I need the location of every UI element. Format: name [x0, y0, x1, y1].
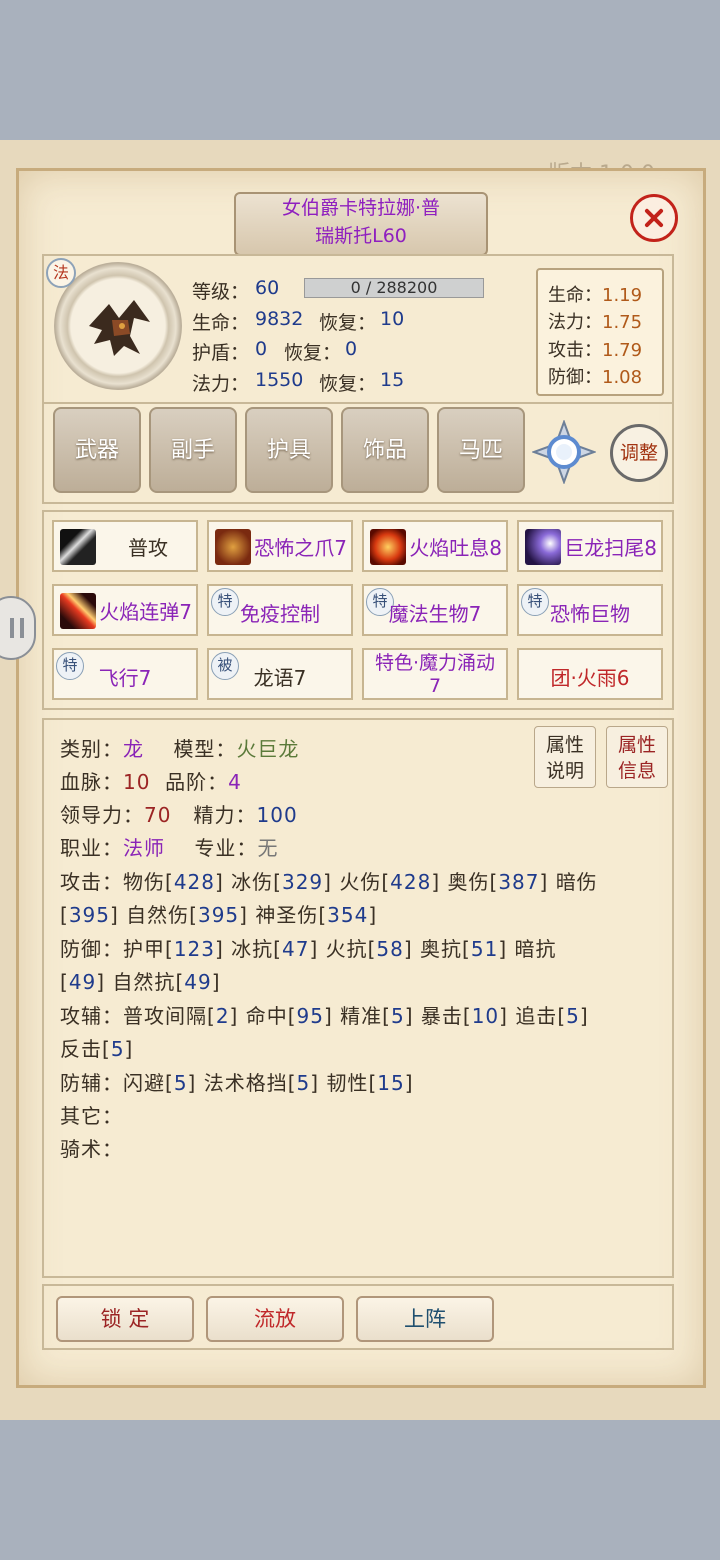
- skill-flight[interactable]: 特 飞行7: [52, 648, 198, 700]
- info-line-leadership: 领导力：70 精力：100: [60, 803, 298, 827]
- info-line-job: 职业：法师 专业：无: [60, 836, 279, 860]
- hp-regen-value: 10: [380, 308, 405, 330]
- adjust-button[interactable]: 调整: [610, 424, 668, 482]
- star-gem-icon[interactable]: [532, 420, 596, 484]
- multiplier-panel: 生命：1.19 法力：1.75 攻击：1.79 防御：1.08: [536, 268, 664, 396]
- dragon-portrait-icon: [89, 300, 150, 356]
- class-badge: 法: [46, 258, 76, 288]
- fire-barrage-icon: [60, 593, 96, 629]
- attr-info-button[interactable]: 属性 信息: [606, 726, 668, 788]
- info-line-defense: 防御：护甲[123] 冰抗[47] 火抗[58] 奥抗[51] 暗抗: [60, 937, 557, 961]
- skill-fire-barrage[interactable]: 火焰连弹7: [52, 584, 198, 636]
- hp-regen-label: 恢复：: [319, 312, 377, 334]
- skill-fire-breath[interactable]: 火焰吐息8: [362, 520, 508, 572]
- info-line-riding: 骑术：: [60, 1137, 123, 1161]
- tail-sweep-icon: [525, 529, 561, 565]
- skill-normal-attack[interactable]: 普攻: [52, 520, 198, 572]
- multiplier-hp: 生命：1.19: [548, 285, 643, 306]
- shield-label: 护盾：: [192, 342, 250, 364]
- side-drawer-handle[interactable]: [0, 596, 36, 660]
- deploy-button[interactable]: 上阵: [356, 1296, 494, 1342]
- xp-bar: 0 / 288200: [304, 278, 484, 298]
- close-icon[interactable]: [630, 194, 678, 242]
- equip-slot-accessory[interactable]: 饰品: [341, 407, 429, 493]
- skill-magic-creature[interactable]: 特 魔法生物7: [362, 584, 508, 636]
- info-line-defense-aux: 防辅：闪避[5] 法术格挡[5] 韧性[15]: [60, 1071, 414, 1095]
- level-value: 60: [255, 277, 280, 299]
- lock-button[interactable]: 锁 定: [56, 1296, 194, 1342]
- mp-label: 法力：: [192, 373, 250, 395]
- bottom-area: [0, 1420, 720, 1560]
- mp-value: 1550: [255, 369, 304, 391]
- hp-value: 9832: [255, 308, 304, 330]
- skill-terror-claw[interactable]: 恐怖之爪7: [207, 520, 353, 572]
- equip-slot-offhand[interactable]: 副手: [149, 407, 237, 493]
- mp-regen-label: 恢复：: [319, 373, 377, 395]
- equip-slot-armor[interactable]: 护具: [245, 407, 333, 493]
- hp-label: 生命：: [192, 312, 250, 334]
- sword-icon: [60, 529, 96, 565]
- info-line-attack-aux-cont: 反击[5]: [60, 1037, 134, 1061]
- shield-regen-value: 0: [345, 338, 358, 360]
- skill-fire-rain[interactable]: 团·火雨6: [517, 648, 663, 700]
- level-label: 等级：: [192, 281, 250, 303]
- info-line-attack-aux: 攻辅：普攻间隔[2] 命中[95] 精准[5] 暴击[10] 追击[5]: [60, 1004, 589, 1028]
- skill-dragon-tail[interactable]: 巨龙扫尾8: [517, 520, 663, 572]
- equip-slot-weapon[interactable]: 武器: [53, 407, 141, 493]
- fire-breath-icon: [370, 529, 406, 565]
- attr-explain-button[interactable]: 属性 说明: [534, 726, 596, 788]
- title-plate: 女伯爵卡特拉娜·普 瑞斯托L60: [234, 192, 488, 256]
- exile-button[interactable]: 流放: [206, 1296, 344, 1342]
- character-name-level: 瑞斯托L60: [315, 225, 407, 247]
- mp-regen-value: 15: [380, 369, 405, 391]
- skill-terror-giant[interactable]: 特 恐怖巨物: [517, 584, 663, 636]
- claw-icon: [215, 529, 251, 565]
- info-line-defense-cont: [49] 自然抗[49]: [60, 970, 221, 994]
- shield-value: 0: [255, 338, 268, 360]
- skill-mana-surge[interactable]: 特色·魔力涌动 7: [362, 648, 508, 700]
- skill-dragon-tongue[interactable]: 被 龙语7: [207, 648, 353, 700]
- status-area: [0, 0, 720, 140]
- info-line-category: 类别：龙 模型：火巨龙: [60, 737, 300, 761]
- info-line-attack-cont: [395] 自然伤[395] 神圣伤[354]: [60, 903, 378, 927]
- multiplier-mp: 法力：1.75: [548, 312, 643, 333]
- info-line-other: 其它：: [60, 1104, 123, 1128]
- info-line-attack: 攻击：物伤[428] 冰伤[329] 火伤[428] 奥伤[387] 暗伤: [60, 870, 598, 894]
- skill-control-immunity[interactable]: 特 免疫控制: [207, 584, 353, 636]
- multiplier-defense: 防御：1.08: [548, 367, 643, 388]
- equip-slot-mount[interactable]: 马匹: [437, 407, 525, 493]
- info-line-bloodline: 血脉：10 品阶：4: [60, 770, 242, 794]
- shield-regen-label: 恢复：: [284, 342, 342, 364]
- multiplier-attack: 攻击：1.79: [548, 340, 643, 361]
- character-name: 女伯爵卡特拉娜·普: [281, 197, 441, 219]
